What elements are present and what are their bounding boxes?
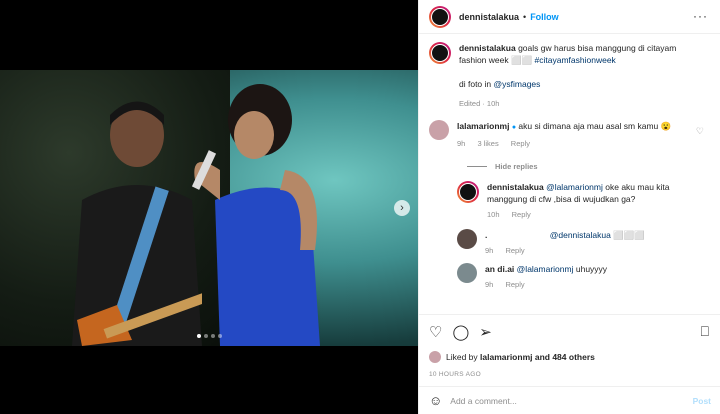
author-username[interactable]: dennistalakua [459, 12, 519, 22]
carousel-dot[interactable] [196, 334, 201, 338]
caption-credit-link[interactable]: @ysfimages [494, 79, 541, 89]
likes-suffix[interactable]: and 484 others [535, 352, 595, 362]
share-icon[interactable]: ➢ [479, 323, 492, 341]
reply-username[interactable]: . [485, 230, 487, 240]
reply-username[interactable]: an di.ai [485, 264, 514, 274]
likes-user[interactable]: lalamarionmj [480, 352, 532, 362]
reply-button[interactable]: Reply [511, 139, 530, 148]
follow-button[interactable]: Follow [530, 12, 559, 22]
reply: . @dennistalakua ⬜⬜⬜ 9h Reply ♡ [457, 229, 708, 257]
caption-meta: Edited · 10h [459, 99, 500, 108]
likes-summary: Liked by lalamarionmj and 484 others [429, 351, 711, 363]
post-button[interactable]: Post [693, 396, 711, 406]
heart-icon[interactable]: ♡ [696, 126, 704, 137]
guitarist-figure [72, 101, 202, 346]
post-header: dennistalakua • Follow ··· [419, 0, 720, 34]
reply: dennistalakua @lalamarionmj oke aku mau … [457, 181, 708, 221]
reply-time: 10h [487, 210, 500, 219]
post-timestamp[interactable]: 10 HOURS AGO [429, 371, 711, 378]
hide-replies-toggle[interactable]: Hide replies [467, 162, 708, 171]
divider [467, 166, 487, 167]
header-separator: • [523, 11, 527, 22]
comment-username[interactable]: lalamarionmj [457, 121, 509, 131]
reply-button[interactable]: Reply [505, 280, 524, 289]
reply-button[interactable]: Reply [512, 210, 531, 219]
more-options-icon[interactable]: ··· [693, 9, 708, 23]
avatar[interactable] [457, 181, 479, 203]
reply-button[interactable]: Reply [505, 246, 524, 255]
reply-username[interactable]: dennistalakua [487, 182, 544, 192]
reply-mention[interactable]: @dennistalakua [550, 230, 611, 240]
comment-icon[interactable]: ◯ [452, 323, 469, 341]
chevron-right-icon[interactable]: › [394, 200, 410, 216]
singer-figure [191, 84, 320, 346]
post-actions: ♡ ◯ ➢ ⎕ Liked by lalamarionmj and 484 ot… [419, 314, 720, 386]
comments-list: dennistalakua goals gw harus bisa manggu… [419, 34, 720, 291]
verified-badge-icon: ● [511, 124, 517, 131]
comment-input[interactable]: Add a comment... [450, 396, 692, 406]
bookmark-icon[interactable]: ⎕ [701, 323, 709, 340]
comment-text: aku si dimana aja mau asal sm kamu 😮 [518, 121, 672, 131]
hide-replies-label: Hide replies [495, 162, 538, 171]
comment-time: 9h [457, 139, 466, 148]
avatar[interactable] [457, 229, 477, 249]
caption-username[interactable]: dennistalakua [459, 43, 516, 53]
reply-text: ⬜⬜⬜ [613, 230, 645, 240]
reply-time: 9h [485, 246, 494, 255]
post-media: › [0, 0, 418, 414]
reply: an di.ai @lalamarionmj uhuyyyy 9h Reply … [457, 263, 708, 291]
carousel-dot[interactable] [210, 334, 215, 338]
avatar[interactable] [429, 351, 441, 363]
caption: dennistalakua goals gw harus bisa manggu… [429, 42, 708, 110]
reply-mention[interactable]: @lalamarionmj [517, 264, 574, 274]
avatar[interactable] [429, 120, 449, 140]
emoji-icon[interactable]: ☺ [429, 393, 442, 408]
carousel-dot[interactable] [217, 334, 222, 338]
carousel-dot[interactable] [203, 334, 208, 338]
carousel-dots [0, 334, 418, 338]
reply-time: 9h [485, 280, 494, 289]
comment: lalamarionmj ● aku si dimana aja mau asa… [429, 120, 708, 150]
instagram-post-viewer: › dennistalakua • Follow ··· dennistalak… [0, 0, 720, 414]
comment-likes[interactable]: 3 likes [477, 139, 498, 148]
post-photo[interactable] [0, 70, 418, 346]
add-comment-bar: ☺ Add a comment... Post [419, 386, 720, 414]
reply-mention[interactable]: @lalamarionmj [546, 182, 603, 192]
caption-credit-prefix: di foto in [459, 79, 492, 89]
heart-icon[interactable]: ♡ [429, 323, 442, 341]
post-side-panel: dennistalakua • Follow ··· dennistalakua… [418, 0, 720, 414]
likes-prefix: Liked by [446, 352, 478, 362]
reply-text: uhuyyyy [575, 264, 608, 274]
avatar[interactable] [457, 263, 477, 283]
avatar[interactable] [429, 5, 451, 28]
caption-hashtag[interactable]: #citayamfashionweek [535, 55, 616, 65]
avatar[interactable] [429, 42, 451, 64]
